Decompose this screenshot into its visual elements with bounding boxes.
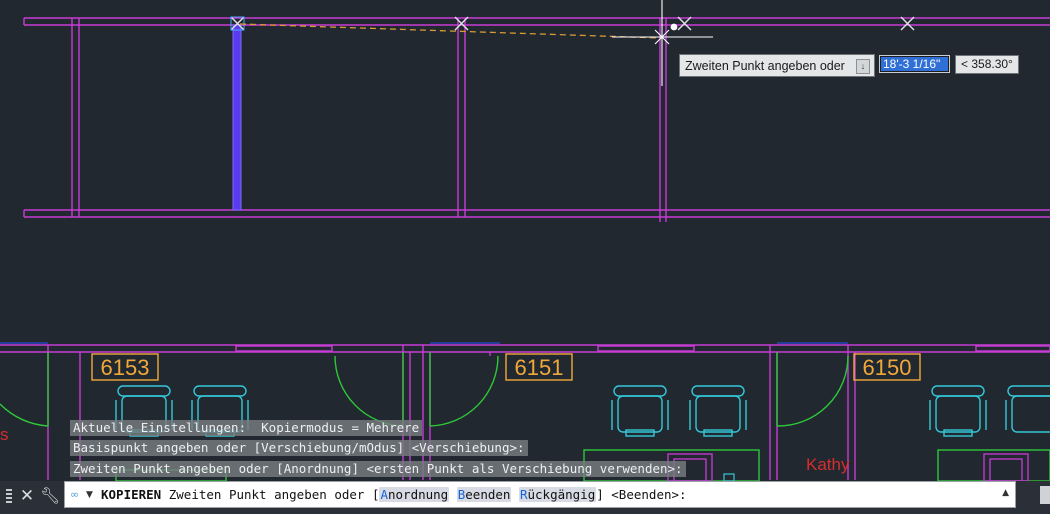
option-anordnung[interactable]: Anordnung bbox=[379, 487, 450, 502]
command-input[interactable]: ∞ ▼ KOPIEREN Zweiten Punkt angeben oder … bbox=[64, 481, 1016, 508]
partial-label-left: s bbox=[0, 425, 9, 444]
snap-marker bbox=[670, 23, 678, 31]
grip-markers[interactable] bbox=[230, 16, 915, 31]
selected-post[interactable] bbox=[232, 24, 242, 211]
command-name: KOPIEREN bbox=[101, 487, 162, 502]
command-suffix: ] <Beenden>: bbox=[596, 487, 687, 502]
close-icon[interactable]: ✕ bbox=[18, 485, 36, 507]
distance-input[interactable]: 18'-3 1/16" bbox=[879, 55, 950, 73]
history-toggle-icon[interactable]: ▲ bbox=[1002, 488, 1009, 498]
svg-text:6150: 6150 bbox=[863, 355, 912, 380]
wrench-icon[interactable]: 🔧︎ bbox=[40, 485, 60, 507]
angle-input[interactable]: < 358.30° bbox=[955, 55, 1019, 74]
history-line-2: Basispunkt angeben oder [Verschiebung/mO… bbox=[70, 440, 528, 456]
history-line-1: Aktuelle Einstellungen: Kopiermodus = Me… bbox=[70, 420, 423, 436]
history-line-3: Zweiten Punkt angeben oder [Anordnung] <… bbox=[70, 461, 686, 477]
distance-input-value[interactable]: 18'-3 1/16" bbox=[881, 57, 948, 71]
room-label-6150: 6150 bbox=[853, 353, 921, 381]
command-prompt-text: KOPIEREN Zweiten Punkt angeben oder [Ano… bbox=[101, 487, 687, 502]
recent-commands-dropdown[interactable]: ▼ bbox=[86, 490, 96, 500]
command-icon: ∞ bbox=[70, 487, 80, 501]
command-line-bar: ✕ 🔧︎ ∞ ▼ KOPIEREN Zweiten Punkt angeben … bbox=[0, 481, 1050, 514]
command-prompt: Zweiten Punkt angeben oder [ bbox=[168, 487, 380, 502]
svg-text:6151: 6151 bbox=[515, 355, 564, 380]
dynamic-input-prompt: Zweiten Punkt angeben oder ↓ bbox=[679, 54, 875, 77]
drawing-canvas[interactable]: 6153 6151 6150 Kathy s bbox=[0, 0, 1050, 514]
room-label-6151: 6151 bbox=[505, 353, 573, 381]
room-label-6153: 6153 bbox=[91, 353, 159, 381]
option-rueckgaengig[interactable]: Rückgängig bbox=[518, 487, 597, 502]
layout-tab-edge[interactable] bbox=[1040, 486, 1050, 504]
person-label-kathy: Kathy bbox=[806, 455, 850, 474]
wall-lines bbox=[0, 17, 1050, 480]
option-beenden[interactable]: Beenden bbox=[456, 487, 512, 502]
dynamic-input-prompt-text: Zweiten Punkt angeben oder bbox=[685, 58, 845, 73]
drag-handle[interactable] bbox=[6, 489, 12, 505]
svg-text:6153: 6153 bbox=[101, 355, 150, 380]
arrow-down-icon[interactable]: ↓ bbox=[856, 59, 870, 74]
rubberband-line bbox=[239, 23, 661, 39]
